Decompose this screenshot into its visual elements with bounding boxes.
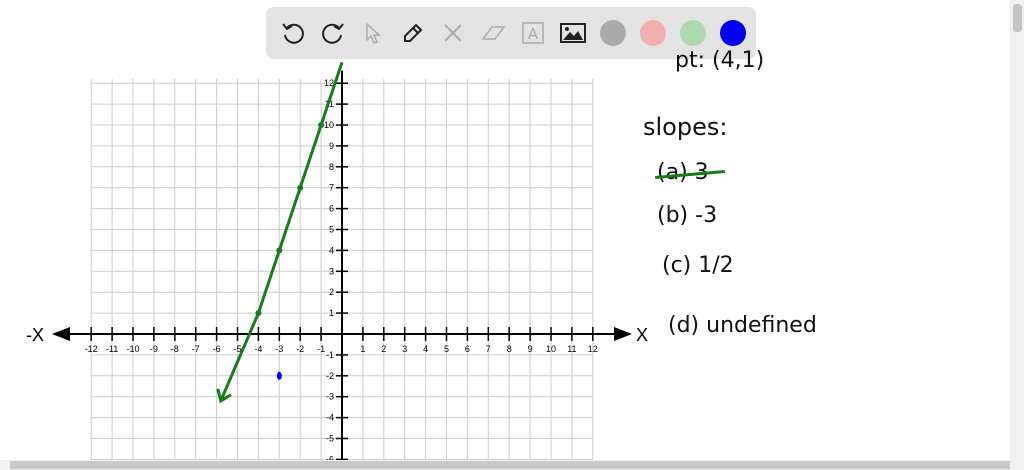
note-slope-c: (c) 1/2 (662, 253, 734, 278)
note-slope-a: (a) 3 (655, 160, 725, 185)
y-tick-label: 6 (329, 204, 334, 214)
y-tick-label: 5 (329, 225, 334, 235)
x-tick-label: 12 (588, 344, 598, 354)
y-tick-label: 3 (329, 266, 334, 276)
x-neg-label: -X (26, 325, 44, 345)
y-tick-label: -2 (326, 371, 334, 381)
note-slope-b: (b) -3 (657, 203, 718, 228)
y-tick-label: 9 (329, 141, 334, 151)
text-icon[interactable]: A (516, 16, 550, 50)
x-pos-label: X (636, 325, 648, 345)
y-tick-label: 8 (329, 162, 334, 172)
color-green[interactable] (676, 16, 710, 50)
x-tick-label: -3 (275, 344, 283, 354)
note-point: pt: (4,1) (675, 48, 765, 73)
x-tick-label: 11 (567, 344, 576, 354)
pen-icon[interactable] (396, 16, 430, 50)
line-point (297, 184, 304, 191)
x-tick-label: -2 (296, 344, 304, 354)
redo-icon[interactable] (316, 16, 350, 50)
x-tick-label: 10 (546, 344, 556, 354)
y-tick-label: 2 (329, 287, 334, 297)
x-tick-label: 6 (465, 344, 470, 354)
note-slope-d: (d) undefined (668, 313, 817, 338)
line-point (255, 310, 262, 317)
horizontal-scroll-thumb[interactable] (10, 461, 1010, 469)
x-tick-label: -8 (171, 344, 179, 354)
note-slopes-title: slopes: (643, 113, 728, 141)
x-tick-label: 5 (444, 344, 449, 354)
graph-canvas[interactable]: -X X-12 -11 -10 -9 -8 -7 -6 -5 -4 -3 -2 -1 1 2 3 4 5 6 7 8 9 1… (0, 0, 1024, 470)
x-tick-label: -12 (85, 344, 98, 354)
x-tick-label: -6 (213, 344, 221, 354)
blue-point (276, 371, 282, 380)
color-gray[interactable] (596, 16, 630, 50)
svg-text:A: A (528, 25, 539, 43)
line-point (276, 247, 283, 254)
x-tick-label: 9 (528, 344, 533, 354)
x-tick-label: 7 (486, 344, 491, 354)
x-tick-label: -10 (126, 344, 139, 354)
tools-icon[interactable] (436, 16, 470, 50)
y-tick-label: -3 (326, 392, 334, 402)
x-tick-label: -1 (317, 344, 325, 354)
color-pink[interactable] (636, 16, 670, 50)
image-icon[interactable] (556, 16, 590, 50)
eraser-icon[interactable] (476, 16, 510, 50)
line-point (318, 122, 325, 128)
x-axis-arrow-left (52, 327, 70, 341)
vertical-scroll-thumb[interactable] (1013, 4, 1022, 32)
y-tick-label: 7 (329, 183, 334, 193)
undo-icon[interactable] (276, 16, 310, 50)
vertical-scrollbar[interactable] (1010, 0, 1024, 470)
y-tick-label: -5 (326, 434, 334, 444)
y-tick-label: -4 (326, 413, 334, 423)
x-axis-arrow-right (614, 327, 632, 341)
x-tick-label: 4 (423, 344, 428, 354)
x-tick-label: -11 (106, 344, 118, 354)
horizontal-scrollbar[interactable] (0, 460, 1024, 470)
y-tick-label: -1 (326, 350, 334, 360)
color-blue[interactable] (716, 16, 750, 50)
x-tick-label: 1 (360, 344, 365, 354)
x-tick-label: -9 (150, 344, 158, 354)
y-tick-label: 1 (329, 308, 334, 318)
y-tick-label: 10 (324, 120, 334, 130)
select-icon[interactable] (356, 16, 390, 50)
x-tick-label: -4 (254, 344, 262, 354)
x-tick-label: 2 (381, 344, 386, 354)
x-tick-label: 8 (507, 344, 512, 354)
x-tick-label: -7 (192, 344, 200, 354)
y-tick-label: 4 (329, 245, 334, 255)
x-tick-label: 3 (402, 344, 407, 354)
